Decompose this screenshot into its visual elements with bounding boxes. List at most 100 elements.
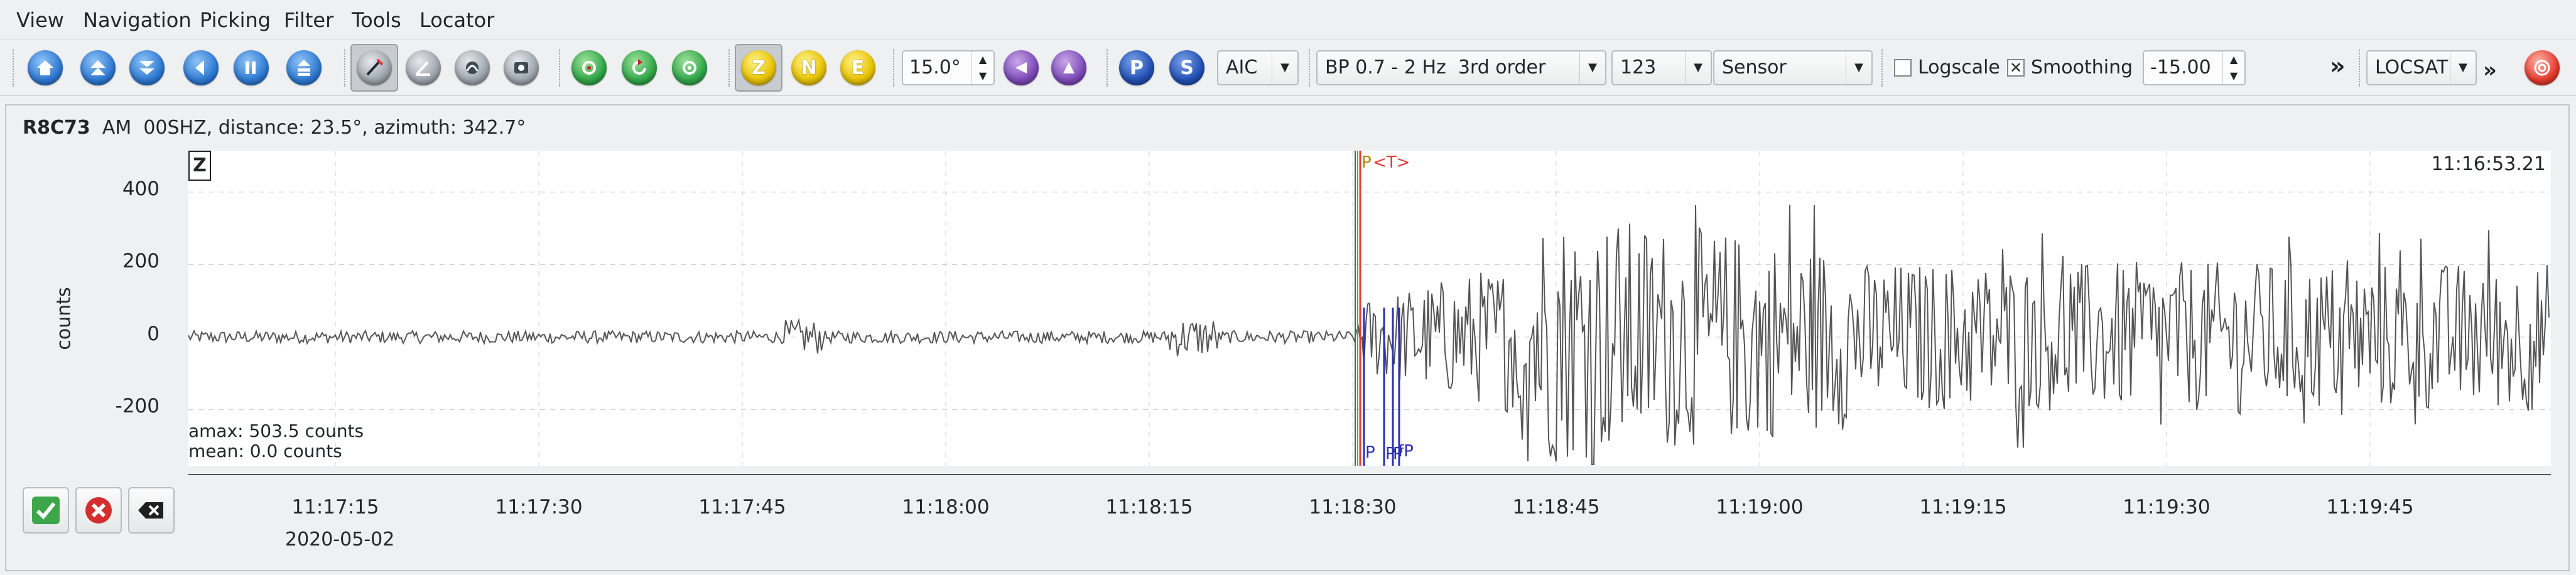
zoom-out-button[interactable] (1045, 44, 1093, 92)
chevron-down-icon: ▼ (1579, 51, 1605, 84)
zoom-value: 15.0° (909, 56, 961, 78)
checkmark-icon (32, 497, 60, 524)
pick-tool-icon (357, 50, 392, 85)
home-button[interactable] (21, 44, 69, 92)
smoothing-checkbox[interactable]: ✕ Smoothing (2007, 55, 2133, 80)
x-tick-label: 11:19:15 (1919, 496, 2007, 519)
zoom-in-button[interactable] (997, 44, 1045, 92)
pick-markers (1355, 151, 1400, 466)
unit-select-value: Sensor (1722, 56, 1787, 78)
seismogram-svg (188, 151, 2551, 466)
pick-s-label: S (1180, 56, 1194, 79)
zoom-in-icon (1004, 50, 1039, 85)
toolbar-separator (1881, 49, 1885, 87)
align-button[interactable] (280, 44, 328, 92)
x-tick-label: 11:18:45 (1512, 496, 1600, 519)
menu-bar: View Navigation Picking Filter Tools Loc… (0, 0, 2576, 40)
next-icon (234, 50, 269, 85)
previous-icon (183, 50, 219, 85)
date-label: 2020-05-02 (285, 529, 395, 551)
picker-method-select[interactable]: AIC ▼ (1217, 50, 1299, 85)
smoothing-box[interactable]: ✕ (2007, 59, 2025, 77)
toolbar-separator (13, 49, 16, 87)
toolbar-separator (344, 49, 348, 87)
filter-value: BP 0.7 - 2 Hz 3rd order (1325, 56, 1546, 78)
x-tick-label: 11:17:15 (291, 496, 379, 519)
locator-value: LOCSAT (2375, 56, 2449, 78)
accept-button[interactable] (23, 487, 69, 534)
chevron-down-icon: ▼ (1685, 51, 1711, 84)
scroll-up-button[interactable] (74, 44, 122, 92)
pick-s-button[interactable]: S (1163, 44, 1211, 92)
x-tick-label: 11:18:00 (902, 496, 990, 519)
previous-button[interactable] (177, 44, 225, 92)
arrival-label: fP (1398, 442, 1414, 461)
toolbar-overflow-icon[interactable]: » (2330, 50, 2346, 82)
next-button[interactable] (227, 44, 275, 92)
component-z-label: Z (752, 56, 766, 79)
zoom-spin-arrows[interactable]: ▲ ▼ (971, 51, 993, 84)
filter-select[interactable]: BP 0.7 - 2 Hz 3rd order ▼ (1316, 50, 1606, 85)
seismogram-plot[interactable]: Z 11:16:53.21 amax: 503.5 counts mean: 0… (188, 151, 2551, 466)
target-button[interactable] (2518, 44, 2566, 92)
pick-s-icon: S (1169, 50, 1204, 85)
toolbar-separator (1309, 49, 1312, 87)
clear-button[interactable] (128, 487, 175, 534)
unit-select[interactable]: Sensor ▼ (1713, 50, 1873, 85)
refresh-icon (622, 50, 657, 85)
chevron-down-icon: ▼ (1272, 51, 1297, 84)
y-tick-label: 200 (122, 250, 160, 272)
pick-label-p: P (1361, 153, 1372, 172)
refresh-button[interactable] (615, 44, 663, 92)
toolbar-separator (893, 49, 897, 87)
component-e-button[interactable]: E (834, 44, 882, 92)
x-tick-label: 11:18:30 (1309, 496, 1397, 519)
menu-picking[interactable]: Picking (200, 6, 271, 34)
smoothing-label: Smoothing (2031, 56, 2133, 78)
spectrum-button[interactable] (448, 44, 496, 92)
scroll-down-button[interactable] (123, 44, 171, 92)
x-tick-label: 11:17:45 (698, 496, 786, 519)
logscale-box[interactable] (1894, 59, 1912, 77)
component-e-icon: E (840, 50, 875, 85)
toolbar-separator (1107, 49, 1110, 87)
smoothing-spin-arrows[interactable]: ▲ ▼ (2222, 51, 2244, 84)
scroll-down-icon (129, 50, 165, 85)
x-tick-label: 11:19:45 (2326, 496, 2414, 519)
component-z-icon: Z (741, 50, 776, 85)
reset-button[interactable] (666, 44, 713, 92)
chevron-down-icon: ▼ (2450, 51, 2476, 84)
menu-locator[interactable]: Locator (419, 6, 494, 34)
toolbar-overflow-icon-2[interactable]: » (2483, 56, 2497, 84)
x-tick-label: 11:19:00 (1716, 496, 1804, 519)
logscale-checkbox[interactable]: Logscale (1894, 55, 2000, 80)
x-axis-line (188, 474, 2551, 475)
channel-select[interactable]: 123 ▼ (1611, 50, 1712, 85)
component-n-icon: N (791, 50, 826, 85)
y-axis-label: counts (53, 287, 75, 350)
x-tick-label: 11:18:15 (1105, 496, 1193, 519)
zoom-spinbox[interactable]: 15.0° ▲ ▼ (902, 50, 995, 85)
component-n-button[interactable]: N (785, 44, 833, 92)
smoothing-spinbox[interactable]: -15.00 ▲ ▼ (2143, 50, 2246, 85)
menu-tools[interactable]: Tools (352, 6, 401, 34)
relocate-button[interactable] (565, 44, 613, 92)
component-z-button[interactable]: Z (735, 44, 782, 92)
scroll-up-icon (80, 50, 116, 85)
channel-select-value: 123 (1620, 56, 1657, 78)
trace-start-time: 11:16:53.21 (2431, 153, 2546, 175)
pick-mode-button[interactable] (350, 44, 398, 92)
menu-navigation[interactable]: Navigation (83, 6, 192, 34)
channel-info: 00SHZ, distance: 23.5°, azimuth: 342.7° (143, 117, 526, 139)
reject-button[interactable] (75, 487, 122, 534)
locator-select[interactable]: LOCSAT ▼ (2366, 50, 2477, 85)
station-code: R8C73 (23, 117, 90, 139)
menu-view[interactable]: View (16, 6, 64, 34)
measure-button[interactable] (399, 44, 447, 92)
map-button[interactable] (497, 44, 545, 92)
component-n-label: N (801, 56, 817, 79)
y-tick-label: 0 (147, 323, 160, 345)
menu-filter[interactable]: Filter (284, 6, 333, 34)
spectrum-icon (455, 50, 490, 85)
pick-p-button[interactable]: P (1113, 44, 1161, 92)
